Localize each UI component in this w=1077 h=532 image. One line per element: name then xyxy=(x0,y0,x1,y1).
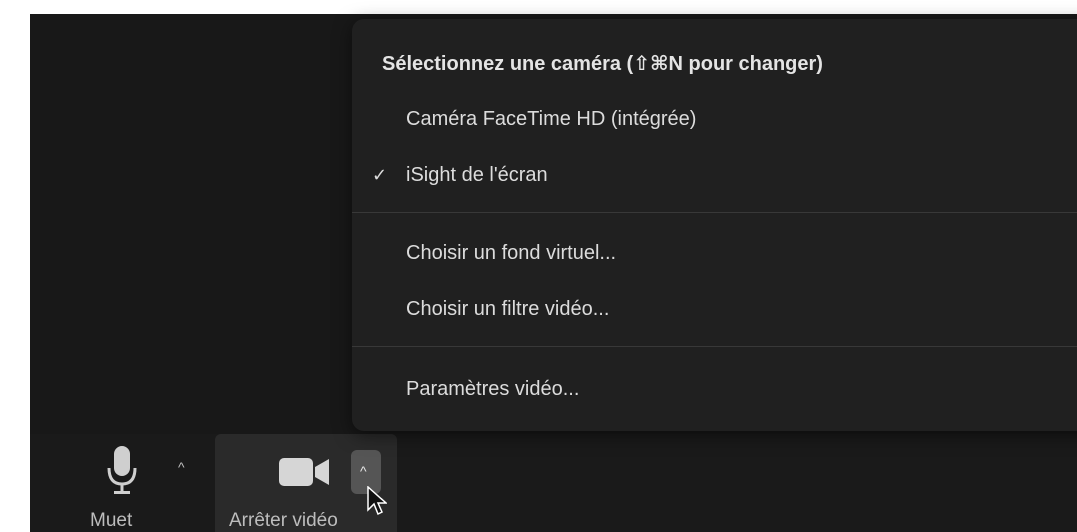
menu-item-label: iSight de l'écran xyxy=(406,164,548,186)
meeting-toolbar: ^ Muet ^ Arrêter vidéo xyxy=(30,434,1077,532)
menu-divider xyxy=(352,212,1077,213)
mute-label: Muet xyxy=(90,510,133,531)
menu-item-label: Choisir un fond virtuel... xyxy=(406,242,617,264)
camera-menu-header: Sélectionnez une caméra (⇧⌘N pour change… xyxy=(382,53,823,75)
menu-item-label: Caméra FaceTime HD (intégrée) xyxy=(406,108,697,130)
menu-item-video-settings[interactable]: Paramètres vidéo... xyxy=(352,361,1077,417)
chevron-up-icon: ^ xyxy=(360,463,367,479)
menu-item-camera-isight[interactable]: ✓ iSight de l'écran xyxy=(352,147,1077,203)
mouse-cursor-icon xyxy=(367,485,388,521)
microphone-icon xyxy=(106,446,138,501)
stop-video-label: Arrêter vidéo xyxy=(229,510,338,531)
menu-item-virtual-background[interactable]: Choisir un fond virtuel... xyxy=(352,225,1077,281)
menu-divider xyxy=(352,346,1077,347)
checkmark-icon: ✓ xyxy=(372,165,388,185)
camera-menu: Sélectionnez une caméra (⇧⌘N pour change… xyxy=(352,19,1077,431)
menu-item-label: Choisir un filtre vidéo... xyxy=(406,298,610,320)
menu-item-video-filter[interactable]: Choisir un filtre vidéo... xyxy=(352,281,1077,337)
mute-options-caret[interactable]: ^ xyxy=(178,460,185,474)
mute-button[interactable]: ^ Muet xyxy=(80,434,200,532)
video-camera-icon xyxy=(279,456,331,493)
menu-item-camera-facetime[interactable]: Caméra FaceTime HD (intégrée) xyxy=(352,91,1077,147)
menu-item-label: Paramètres vidéo... xyxy=(406,378,580,400)
